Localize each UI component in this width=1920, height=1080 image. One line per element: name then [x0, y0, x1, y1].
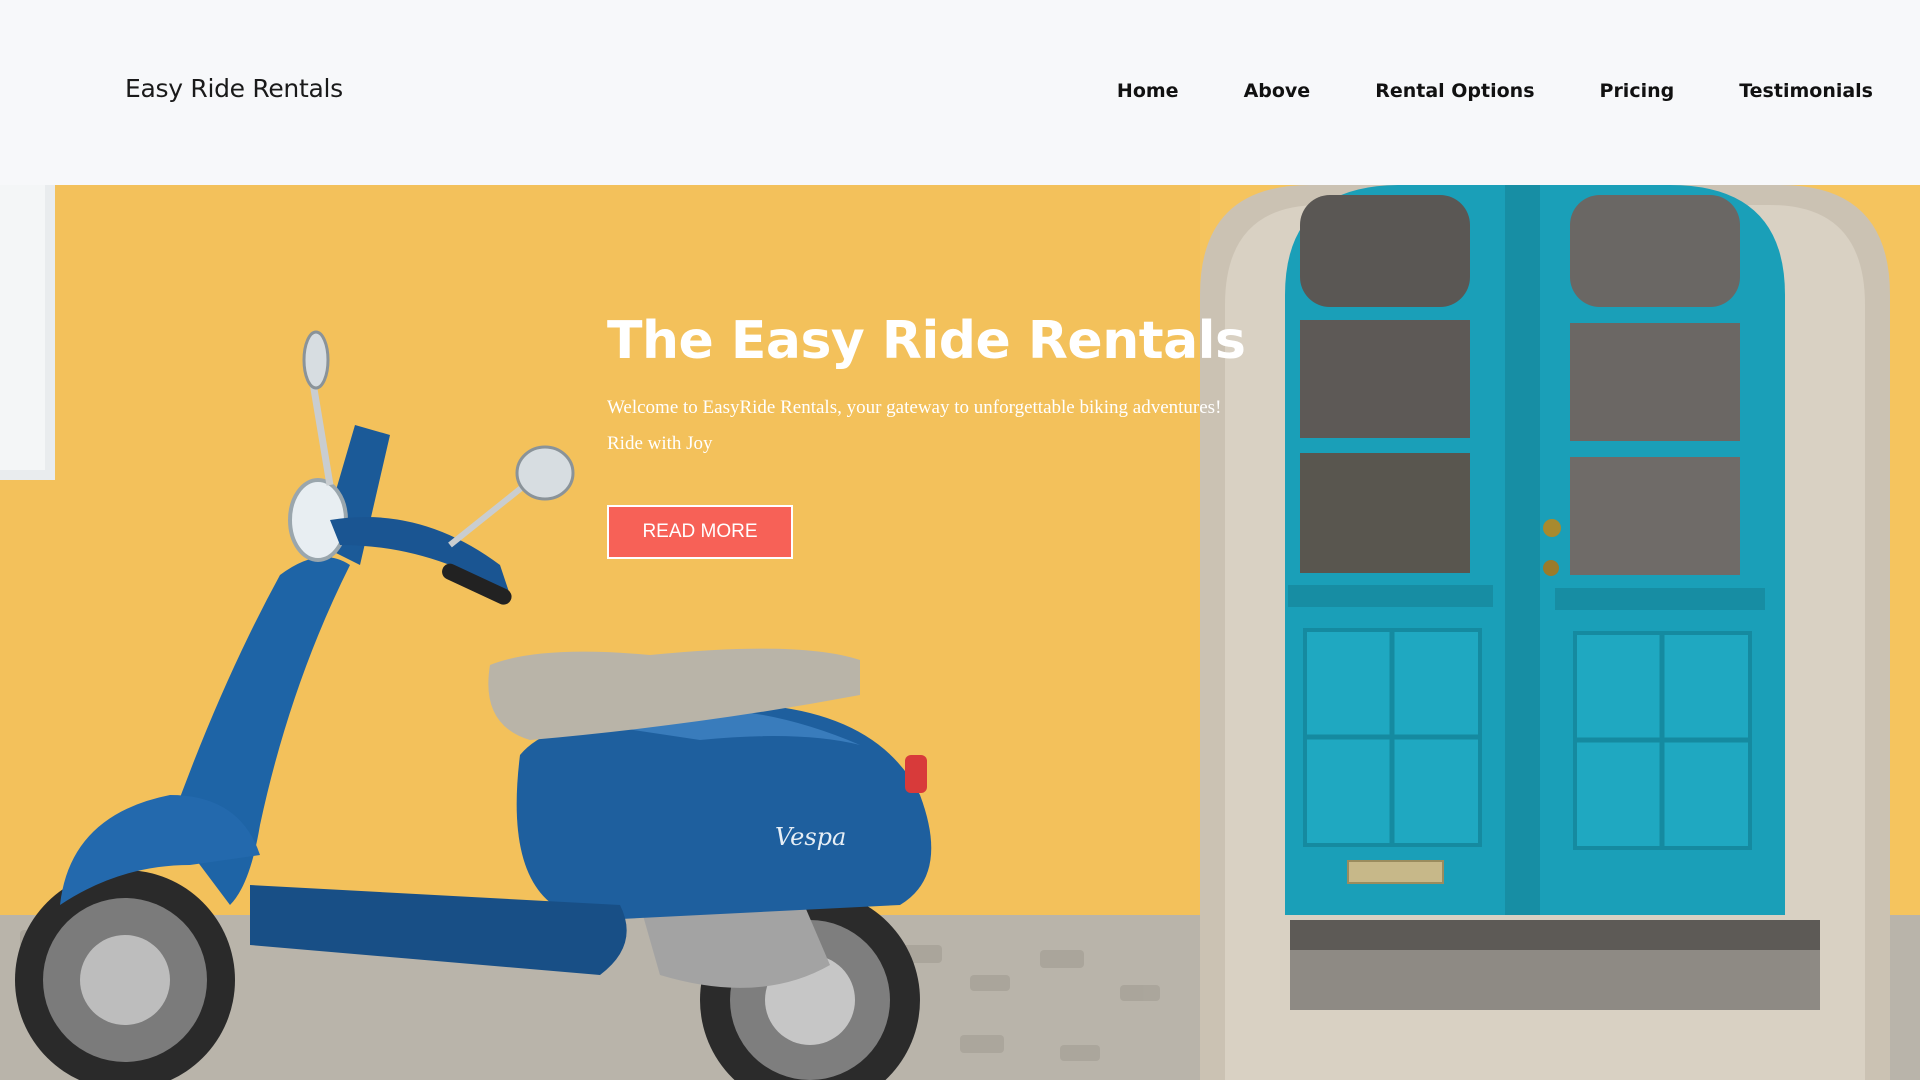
nav-pricing[interactable]: Pricing: [1600, 80, 1675, 102]
nav-rental-options[interactable]: Rental Options: [1375, 80, 1534, 102]
nav-above[interactable]: Above: [1244, 80, 1311, 102]
hero-section: Vespa The Easy Ride Rentals Welcome to E…: [0, 185, 1920, 1080]
brand-logo-text[interactable]: Easy Ride Rentals: [125, 74, 343, 103]
hero-subtitle-line-1: Welcome to EasyRide Rentals, your gatewa…: [607, 397, 1222, 419]
svg-text:Vespa: Vespa: [775, 823, 846, 851]
main-nav: Home Above Rental Options Pricing Testim…: [1117, 80, 1873, 102]
hero-content: The Easy Ride Rentals Welcome to EasyRid…: [607, 311, 1367, 560]
read-more-button[interactable]: READ MORE: [607, 505, 793, 560]
hero-subtitle: Welcome to EasyRide Rentals, your gatewa…: [607, 390, 1367, 462]
nav-home[interactable]: Home: [1117, 80, 1179, 102]
hero-title: The Easy Ride Rentals: [607, 311, 1246, 371]
navbar: Easy Ride Rentals Home Above Rental Opti…: [0, 0, 1920, 185]
nav-testimonials[interactable]: Testimonials: [1739, 80, 1873, 102]
hero-subtitle-line-2: Ride with Joy: [607, 433, 713, 455]
